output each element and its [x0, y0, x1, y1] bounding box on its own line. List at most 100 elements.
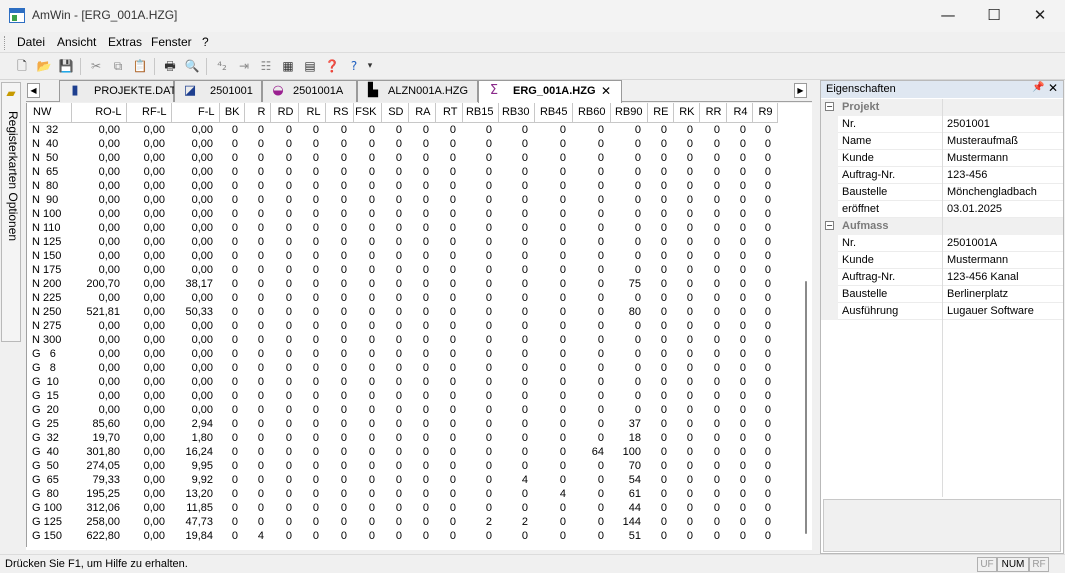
table-cell[interactable]: 0 — [325, 445, 353, 459]
table-cell[interactable]: 0,00 — [71, 179, 126, 193]
table-cell[interactable]: 0 — [270, 347, 298, 361]
table-row[interactable]: G 20 0,00 0,00 0,00 0 0 0 0 0 0 0 0 0 0 0 0 0 0 0 0 0 0 0 — [29, 403, 777, 417]
table-cell[interactable]: 0 — [673, 529, 699, 543]
table-cell[interactable]: 0 — [353, 473, 381, 487]
table-cell[interactable]: 0 — [435, 333, 462, 347]
table-cell[interactable]: 0 — [572, 137, 610, 151]
table-cell[interactable]: 0 — [298, 403, 325, 417]
table-cell[interactable]: 0 — [726, 235, 752, 249]
table-cell[interactable]: N 90 — [29, 193, 71, 207]
table-cell[interactable]: 0 — [244, 137, 270, 151]
table-cell[interactable]: 0 — [572, 263, 610, 277]
table-cell[interactable]: 0 — [353, 487, 381, 501]
table-cell[interactable]: 0 — [435, 249, 462, 263]
table-cell[interactable]: 0 — [673, 445, 699, 459]
table-cell[interactable]: 0 — [752, 445, 777, 459]
table-row[interactable]: N 250 521,81 0,00 50,33 0 0 0 0 0 0 0 0 0 0 0 0 0 80 0 0 0 0 0 — [29, 305, 777, 319]
horizontal-scrollbar[interactable] — [26, 547, 802, 550]
table-cell[interactable]: 0 — [752, 137, 777, 151]
table-cell[interactable]: 0 — [244, 122, 270, 137]
table-cell[interactable]: 0 — [270, 431, 298, 445]
table-cell[interactable]: 0 — [572, 207, 610, 221]
table-cell[interactable]: N 50 — [29, 151, 71, 165]
table-row[interactable]: G 150 622,80 0,00 19,84 0 4 0 0 0 0 0 0 0 0 0 0 0 51 0 0 0 0 0 — [29, 529, 777, 543]
table-cell[interactable]: 0,00 — [126, 193, 171, 207]
table-cell[interactable]: 0 — [244, 333, 270, 347]
table-row[interactable]: N 225 0,00 0,00 0,00 0 0 0 0 0 0 0 0 0 0 0 0 0 0 0 0 0 0 0 — [29, 291, 777, 305]
table-cell[interactable]: 0 — [381, 151, 408, 165]
table-cell[interactable]: 4 — [244, 529, 270, 543]
table-cell[interactable]: 0 — [353, 207, 381, 221]
table-cell[interactable]: 0 — [726, 333, 752, 347]
table-cell[interactable]: G 40 — [29, 445, 71, 459]
table-cell[interactable]: 64 — [572, 445, 610, 459]
table-cell[interactable]: 0 — [381, 501, 408, 515]
table-cell[interactable]: 0 — [699, 291, 726, 305]
table-cell[interactable]: 0 — [435, 501, 462, 515]
table-cell[interactable]: 0 — [699, 319, 726, 333]
table-cell[interactable]: 0 — [752, 249, 777, 263]
table-cell[interactable]: 0 — [435, 221, 462, 235]
table-cell[interactable]: 0 — [408, 361, 435, 375]
table-cell[interactable]: 0 — [462, 403, 498, 417]
table-cell[interactable]: 0 — [647, 137, 673, 151]
table-cell[interactable]: 0 — [298, 333, 325, 347]
table-cell[interactable]: 0 — [752, 165, 777, 179]
table-cell[interactable]: 0,00 — [126, 403, 171, 417]
table-cell[interactable]: 0,00 — [126, 459, 171, 473]
table-cell[interactable]: 0,00 — [71, 207, 126, 221]
table-cell[interactable]: 0 — [699, 487, 726, 501]
table-cell[interactable]: 0 — [726, 375, 752, 389]
table-cell[interactable]: N 65 — [29, 165, 71, 179]
table-cell[interactable]: 0 — [610, 375, 647, 389]
table-cell[interactable]: N 150 — [29, 249, 71, 263]
table-cell[interactable]: 0 — [270, 333, 298, 347]
property-value[interactable]: Lugauer Software — [947, 305, 1034, 317]
table-cell[interactable]: 0 — [325, 277, 353, 291]
close-button[interactable]: ✕ — [1017, 0, 1063, 32]
table-cell[interactable]: 0 — [270, 515, 298, 529]
table-cell[interactable]: 0 — [673, 263, 699, 277]
table-cell[interactable]: 0,00 — [126, 137, 171, 151]
table-cell[interactable]: 0 — [534, 277, 572, 291]
table-cell[interactable]: 0,00 — [71, 319, 126, 333]
table-cell[interactable]: 0 — [498, 319, 534, 333]
table-cell[interactable]: 0 — [752, 529, 777, 543]
table-cell[interactable]: G 32 — [29, 431, 71, 445]
table-cell[interactable]: 0 — [673, 473, 699, 487]
table-cell[interactable]: 0 — [353, 263, 381, 277]
table-cell[interactable]: 0 — [534, 249, 572, 263]
table-cell[interactable]: 100 — [610, 445, 647, 459]
table-cell[interactable]: 0 — [325, 122, 353, 137]
table-row[interactable]: N 65 0,00 0,00 0,00 0 0 0 0 0 0 0 0 0 0 0 0 0 0 0 0 0 0 0 — [29, 165, 777, 179]
table-cell[interactable]: 0,00 — [71, 122, 126, 137]
table-cell[interactable]: 0 — [572, 487, 610, 501]
table-cell[interactable]: 0,00 — [126, 249, 171, 263]
table-cell[interactable]: 0 — [462, 263, 498, 277]
table-cell[interactable]: 0 — [353, 403, 381, 417]
table-cell[interactable]: 0 — [462, 277, 498, 291]
table-row[interactable]: N 40 0,00 0,00 0,00 0 0 0 0 0 0 0 0 0 0 0 0 0 0 0 0 0 0 0 — [29, 137, 777, 151]
table-cell[interactable]: 0 — [408, 333, 435, 347]
table-cell[interactable]: 0 — [408, 193, 435, 207]
table-row[interactable]: N 100 0,00 0,00 0,00 0 0 0 0 0 0 0 0 0 0 0 0 0 0 0 0 0 0 0 — [29, 207, 777, 221]
table-cell[interactable]: 0 — [270, 179, 298, 193]
table-cell[interactable]: 0 — [534, 151, 572, 165]
table-cell[interactable]: 0 — [726, 193, 752, 207]
table-cell[interactable]: 0 — [381, 375, 408, 389]
vertical-scrollbar[interactable] — [802, 103, 812, 550]
table-cell[interactable]: 79,33 — [71, 473, 126, 487]
table-cell[interactable]: 0 — [498, 445, 534, 459]
table-cell[interactable]: G 125 — [29, 515, 71, 529]
table-cell[interactable]: 0 — [752, 235, 777, 249]
table-cell[interactable]: 0 — [219, 445, 244, 459]
table-cell[interactable]: 0 — [298, 347, 325, 361]
table-cell[interactable]: 0 — [353, 389, 381, 403]
column-header-rr[interactable]: RR — [699, 103, 727, 123]
table-cell[interactable]: 51 — [610, 529, 647, 543]
table-cell[interactable]: 0 — [572, 193, 610, 207]
table-row[interactable]: G 80 195,25 0,00 13,20 0 0 0 0 0 0 0 0 0 0 0 4 0 61 0 0 0 0 0 — [29, 487, 777, 501]
table-cell[interactable]: G 25 — [29, 417, 71, 431]
table-cell[interactable]: 0 — [534, 347, 572, 361]
property-value[interactable]: 2501001A — [947, 237, 997, 249]
